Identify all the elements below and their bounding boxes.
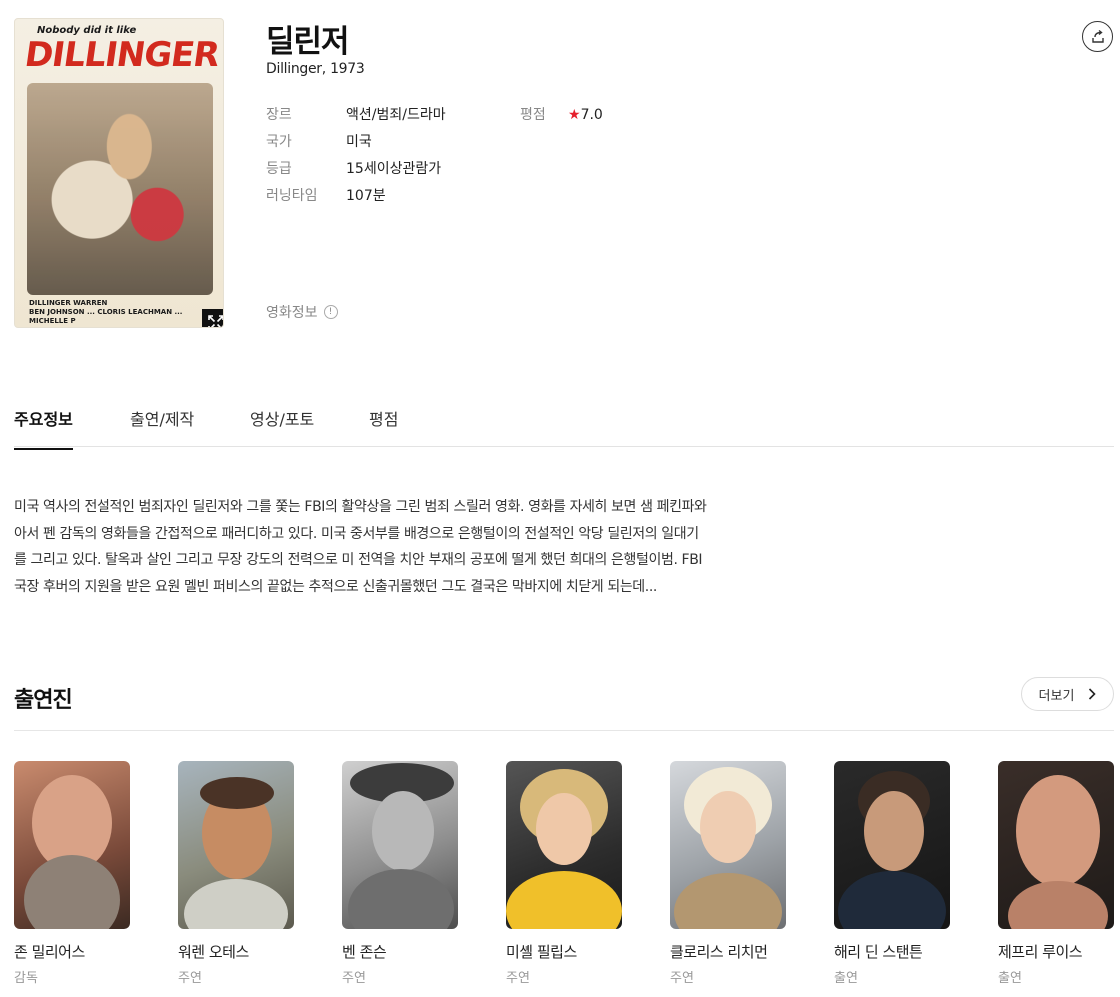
cast-card[interactable]: 클로리스 리치먼 주연 [670,761,788,986]
tab-main-info[interactable]: 주요정보 [14,406,73,450]
cast-role: 주연 [178,971,202,986]
cast-role: 출연 [998,971,1022,986]
poster-credits: DILLINGER WARREN BEN JOHNSON ... CLORIS … [29,299,211,326]
info-row-rating-grade: 등급 15세이상관람가 [266,158,441,178]
cast-card[interactable]: 해리 딘 스탠튼 출연 [834,761,952,986]
expand-poster-button[interactable] [202,309,223,327]
info-row-genre: 장르 액션/범죄/드라마 [266,104,446,124]
cast-card[interactable]: 미셸 필립스 주연 [506,761,624,986]
poster-artwork [27,83,213,295]
cast-name: 워렌 오테스 [178,943,249,961]
info-value: 미국 [346,134,372,150]
cast-role: 주연 [670,971,694,986]
info-value: 15세이상관람가 [346,161,442,177]
movie-info-link[interactable]: 영화정보 ! [266,302,338,322]
info-label: 국가 [266,134,292,150]
info-value: 107분 [346,188,386,204]
info-row-runtime: 러닝타임 107분 [266,185,386,205]
cast-photo [342,761,458,929]
star-icon: ★ [568,107,581,123]
share-icon [1091,29,1104,43]
movie-title: 딜린저 [266,24,350,60]
movie-poster[interactable]: Nobody did it like DILLINGER DILLINGER W… [14,18,224,328]
synopsis: 미국 역사의 전설적인 범죄자인 딜린저와 그를 쫓는 FBI의 활약상을 그린… [14,494,814,600]
cast-card[interactable]: 벤 존슨 주연 [342,761,460,986]
cast-name: 존 밀리어스 [14,943,85,961]
chevron-right-icon [1089,688,1097,700]
cast-photo [670,761,786,929]
synopsis-line: 미국 역사의 전설적인 범죄자인 딜린저와 그를 쫓는 FBI의 활약상을 그린… [14,499,707,515]
rating-value: 7.0 [580,107,603,123]
more-cast-button[interactable]: 더보기 [1021,677,1114,711]
movie-info-label: 영화정보 [266,305,318,321]
cast-card[interactable]: 제프리 루이스 출연 [998,761,1116,986]
cast-card[interactable]: 존 밀리어스 감독 [14,761,132,986]
cast-role: 주연 [342,971,366,986]
share-button[interactable] [1082,21,1113,52]
info-label: 등급 [266,161,292,177]
cast-name: 벤 존슨 [342,943,387,961]
cast-photo [998,761,1114,929]
cast-photo [506,761,622,929]
cast-role: 출연 [834,971,858,986]
cast-photo [178,761,294,929]
cast-section-title: 출연진 [14,688,73,713]
synopsis-line: 아서 펜 감독의 영화들을 간접적으로 패러디하고 있다. 미국 중서부를 배경… [14,525,699,542]
info-icon: ! [323,305,338,319]
info-label: 장르 [266,107,292,123]
poster-credits-line2: BEN JOHNSON ... CLORIS LEACHMAN ... MICH… [29,308,183,325]
rating: 평점 ★7.0 [520,104,603,124]
info-label: 러닝타임 [266,188,318,204]
cast-photo [14,761,130,929]
tab-reviews[interactable]: 평점 [369,406,398,444]
more-label: 더보기 [1038,688,1075,704]
tab-bar: 주요정보 출연/제작 영상/포토 평점 [14,392,1114,450]
expand-icon [208,315,223,327]
poster-title: DILLINGER [22,35,222,75]
cast-name: 클로리스 리치먼 [670,943,768,961]
cast-name: 해리 딘 스탠튼 [834,943,923,961]
section-divider [14,730,1114,731]
info-value: 액션/범죄/드라마 [346,107,446,123]
cast-name: 제프리 루이스 [998,943,1083,961]
synopsis-line: 를 그리고 있다. 탈옥과 살인 그리고 무장 강도의 전력으로 미 전역을 치… [14,552,703,568]
cast-card[interactable]: 워렌 오테스 주연 [178,761,296,986]
cast-photo [834,761,950,929]
info-row-country: 국가 미국 [266,131,372,151]
synopsis-line: 국장 후버의 지원을 받은 요원 멜빈 퍼비스의 끝없는 추적으로 신출귀몰했던… [14,578,657,595]
cast-role: 주연 [506,971,530,986]
cast-name: 미셸 필립스 [506,943,577,961]
tab-video-photo[interactable]: 영상/포토 [250,406,314,444]
movie-subtitle: Dillinger, 1973 [266,61,365,77]
rating-label: 평점 [520,107,546,123]
poster-credits-line1: DILLINGER WARREN [29,299,108,307]
cast-role: 감독 [14,971,38,986]
tab-cast-crew[interactable]: 출연/제작 [130,406,194,444]
